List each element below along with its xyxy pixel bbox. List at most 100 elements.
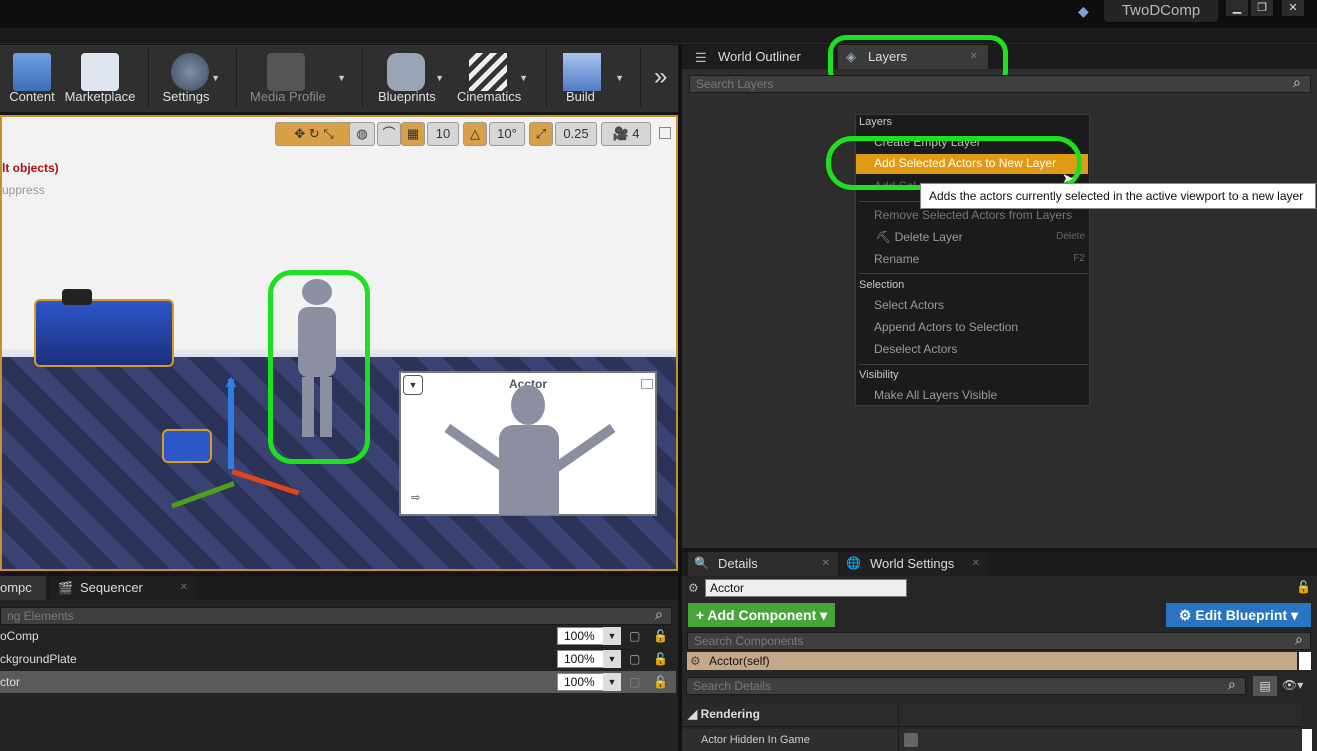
menu-append-actors[interactable]: Append Actors to Selection <box>874 320 1018 334</box>
close-tab-icon[interactable]: ✕ <box>972 552 980 576</box>
menu-remove-selected[interactable]: Remove Selected Actors from Layers <box>874 208 1072 222</box>
close-button[interactable]: ✕ <box>1282 0 1304 16</box>
camera-preview-pip: ▼ Acctor ⇨ <box>399 371 657 516</box>
blueprints-controller-icon <box>387 53 425 91</box>
media-profile-icon <box>267 53 305 91</box>
rename-shortcut: F2 <box>1073 253 1085 264</box>
scrollbar-thumb[interactable] <box>1302 729 1312 751</box>
sequencer-icon: 🎬 <box>58 581 73 595</box>
search-icon: ⌕ <box>1295 631 1303 647</box>
camera-icon-actor[interactable] <box>162 429 212 463</box>
content-grid-icon <box>13 53 51 91</box>
list-item-selected[interactable]: ctor 100% ▼ ▢ 🔓 <box>0 671 676 693</box>
property-row: Actor Hidden In Game <box>682 729 1302 751</box>
marketplace-button[interactable]: Marketplace <box>64 45 136 112</box>
menu-make-all-visible[interactable]: Make All Layers Visible <box>874 388 997 402</box>
hidden-in-game-checkbox[interactable] <box>904 733 918 747</box>
visibility-toggle-icon[interactable]: ▢ <box>629 625 640 647</box>
more-tools-icon[interactable]: » <box>654 63 667 91</box>
chevron-down-icon[interactable]: ▼ <box>603 650 621 668</box>
pip-maximize-icon[interactable] <box>641 379 653 389</box>
chevron-down-icon[interactable]: ▼ <box>603 673 621 691</box>
visibility-eye-icon[interactable]: 👁▾ <box>1282 678 1303 692</box>
menu-deselect-actors[interactable]: Deselect Actors <box>874 342 957 356</box>
lock-icon[interactable]: 🔓 <box>653 625 668 647</box>
level-viewport[interactable]: lt objects) uppress ✥ ↻ ⤡ ◍ ⌒ ▦ 10 △ 10°… <box>0 115 678 571</box>
visibility-toggle-icon[interactable]: ▢ <box>629 648 640 670</box>
close-tab-icon[interactable]: ✕ <box>180 576 188 600</box>
details-magnifier-icon: 🔍 <box>694 556 709 570</box>
rotate-icon[interactable]: ↻ <box>309 126 320 141</box>
menu-rename[interactable]: Rename <box>874 252 919 266</box>
scale-snap-value[interactable]: 0.25 <box>555 122 597 146</box>
camera-speed-button[interactable]: 🎥 4 <box>601 122 651 146</box>
blueprints-button[interactable]: Blueprints ▼ <box>372 45 448 112</box>
media-profile-button[interactable]: Media Profile ▼ <box>246 45 350 112</box>
chevron-down-icon: ▼ <box>615 73 624 83</box>
tab-composure[interactable]: ompc <box>0 576 46 600</box>
transform-mode-group[interactable]: ✥ ↻ ⤡ <box>275 122 353 146</box>
translate-icon[interactable]: ✥ <box>294 126 305 141</box>
gizmo-z-axis[interactable] <box>228 379 234 469</box>
rendering-category[interactable]: ◢ Rendering <box>682 703 1302 727</box>
rotation-snap-value[interactable]: 10° <box>489 122 525 146</box>
minimize-button[interactable]: ▁ <box>1226 0 1248 16</box>
edit-blueprint-button[interactable]: ⚙ Edit Blueprint ▾ <box>1166 603 1311 627</box>
chevron-down-icon: ▼ <box>337 73 346 83</box>
camera-top <box>62 289 92 305</box>
add-component-button[interactable]: + Add Component ▾ <box>688 603 835 627</box>
cinematics-button[interactable]: Cinematics ▼ <box>452 45 532 112</box>
settings-button[interactable]: Settings ▼ <box>156 45 224 112</box>
lock-icon[interactable]: 🔓 <box>653 671 668 693</box>
close-tab-icon[interactable]: ✕ <box>822 552 830 576</box>
lock-icon[interactable]: 🔓 <box>1296 580 1311 594</box>
grid-snap-value[interactable]: 10 <box>427 122 459 146</box>
scrollbar-thumb[interactable] <box>1299 652 1311 670</box>
surface-snap-icon[interactable]: ⌒ <box>377 122 401 146</box>
content-button[interactable]: Content <box>4 45 60 112</box>
scale-snap-icon[interactable]: ⤢ <box>529 122 553 146</box>
cinematics-clapper-icon <box>469 53 507 91</box>
search-icon: ⌕ <box>655 606 663 622</box>
chevron-down-icon: ▼ <box>519 73 528 83</box>
menu-select-actors[interactable]: Select Actors <box>874 298 944 312</box>
column-divider <box>898 703 899 727</box>
project-name: TwoDComp <box>1104 0 1218 22</box>
list-item[interactable]: ckgroundPlate 100% ▼ ▢ 🔓 <box>0 648 676 670</box>
cine-camera-actor[interactable] <box>34 299 174 367</box>
search-components-input[interactable]: Search Components <box>687 632 1311 650</box>
menu-section-layers: Layers <box>859 116 893 128</box>
search-layers-input[interactable]: Search Layers <box>689 75 1311 93</box>
pip-character-body <box>499 425 559 515</box>
property-matrix-icon[interactable]: ▤ <box>1253 676 1277 696</box>
lock-icon[interactable]: 🔓 <box>653 648 668 670</box>
tab-details[interactable]: Details ✕ <box>688 552 838 576</box>
rotation-snap-icon[interactable]: △ <box>463 122 487 146</box>
unreal-logo-icon: ◆ <box>1078 3 1089 19</box>
scale-icon[interactable]: ⤡ <box>323 126 333 141</box>
menu-delete-layer[interactable]: ⛏ Delete Layer <box>876 230 963 244</box>
panel-splitter[interactable] <box>678 45 682 751</box>
column-divider <box>898 729 899 751</box>
maximize-viewport-icon[interactable] <box>659 127 671 139</box>
actor-name-field[interactable]: Acctor <box>705 579 907 597</box>
menu-bar <box>0 28 1317 44</box>
menu-section-visibility: Visibility <box>859 369 899 381</box>
tab-world-outliner[interactable]: World Outliner <box>688 45 828 69</box>
settings-gear-icon <box>171 53 209 91</box>
list-item[interactable]: oComp 100% ▼ ▢ 🔓 <box>0 625 676 647</box>
component-icon: ⚙ <box>690 654 701 668</box>
viewport-warning: lt objects) <box>2 161 59 175</box>
visibility-toggle-icon[interactable]: ▢ <box>629 671 640 693</box>
maximize-button[interactable]: ❐ <box>1251 0 1273 16</box>
chevron-down-icon[interactable]: ▼ <box>603 627 621 645</box>
viewport-warning-hint: uppress <box>2 183 45 197</box>
world-space-icon[interactable]: ◍ <box>349 122 375 146</box>
search-elements-input[interactable]: ng Elements <box>0 607 672 625</box>
grid-snap-icon[interactable]: ▦ <box>401 122 425 146</box>
search-details-input[interactable]: Search Details <box>686 677 1246 695</box>
pip-pin-icon[interactable]: ⇨ <box>411 491 420 504</box>
tab-world-settings[interactable]: World Settings ✕ <box>840 552 988 576</box>
build-button[interactable]: Build ▼ <box>556 45 628 112</box>
component-self-row[interactable]: Acctor(self) <box>687 652 1297 670</box>
